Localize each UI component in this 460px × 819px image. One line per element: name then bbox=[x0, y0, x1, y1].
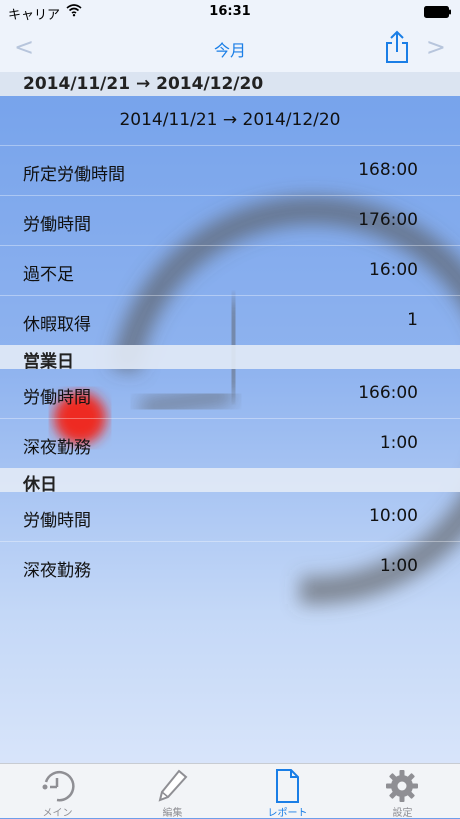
business-day-row: 労働時間 166:00 bbox=[0, 369, 460, 419]
document-icon bbox=[276, 769, 299, 803]
row-label: 過不足 bbox=[23, 265, 74, 285]
business-day-row: 深夜勤務 1:00 bbox=[0, 419, 460, 468]
summary-row: 所定労働時間 168:00 bbox=[0, 146, 460, 196]
next-month-button[interactable]: > bbox=[426, 33, 446, 61]
holidays-section-header: 休日 bbox=[0, 468, 460, 495]
holiday-row: 労働時間 10:00 bbox=[0, 492, 460, 542]
row-value: 1:00 bbox=[379, 433, 418, 453]
row-label: 休暇取得 bbox=[23, 315, 91, 335]
row-value: 16:00 bbox=[369, 260, 418, 280]
tab-edit[interactable]: 編集 bbox=[115, 764, 230, 819]
row-value: 1:00 bbox=[379, 556, 418, 576]
share-icon[interactable] bbox=[384, 30, 410, 64]
gear-icon bbox=[386, 770, 418, 802]
business-days-section-header: 営業日 bbox=[0, 345, 460, 372]
row-value: 176:00 bbox=[358, 210, 418, 230]
period-header: 2014/11/21 → 2014/12/20 bbox=[0, 72, 460, 96]
row-label: 深夜勤務 bbox=[23, 438, 91, 458]
report-list: 2014/11/21 → 2014/12/20 所定労働時間 168:00 労働… bbox=[0, 96, 460, 591]
summary-row: 休暇取得 1 bbox=[0, 296, 460, 345]
status-time: 16:31 bbox=[209, 4, 251, 19]
summary-row: 過不足 16:00 bbox=[0, 246, 460, 296]
holiday-row: 深夜勤務 1:00 bbox=[0, 542, 460, 591]
period-range-label: 2014/11/21 → 2014/12/20 bbox=[119, 110, 341, 130]
period-range-row: 2014/11/21 → 2014/12/20 bbox=[0, 96, 460, 146]
row-label: 所定労働時間 bbox=[23, 165, 125, 185]
pencil-icon bbox=[158, 769, 188, 802]
status-bar: キャリア 16:31 bbox=[0, 0, 460, 24]
battery-icon bbox=[424, 6, 451, 18]
row-value: 166:00 bbox=[358, 383, 418, 403]
tab-label: 編集 bbox=[162, 808, 183, 819]
row-label: 労働時間 bbox=[23, 511, 91, 531]
navigation-bar: < 今月 > bbox=[0, 24, 460, 72]
tab-main[interactable]: メイン bbox=[0, 764, 115, 819]
tab-label: メイン bbox=[42, 808, 73, 819]
row-label: 労働時間 bbox=[23, 215, 91, 235]
row-value: 168:00 bbox=[358, 160, 418, 180]
tab-label: 設定 bbox=[392, 808, 413, 819]
row-label: 深夜勤務 bbox=[23, 561, 91, 581]
tab-report[interactable]: レポート bbox=[230, 764, 345, 819]
tab-settings[interactable]: 設定 bbox=[345, 764, 460, 819]
clock-icon bbox=[42, 770, 75, 802]
tab-bar: メイン 編集 レポート 設定 bbox=[0, 763, 460, 819]
row-value: 10:00 bbox=[369, 506, 418, 526]
summary-row: 労働時間 176:00 bbox=[0, 196, 460, 246]
row-value: 1 bbox=[407, 310, 418, 330]
tab-label: レポート bbox=[267, 808, 308, 819]
period-header-label: 2014/11/21 → 2014/12/20 bbox=[23, 74, 264, 94]
row-label: 労働時間 bbox=[23, 388, 91, 408]
